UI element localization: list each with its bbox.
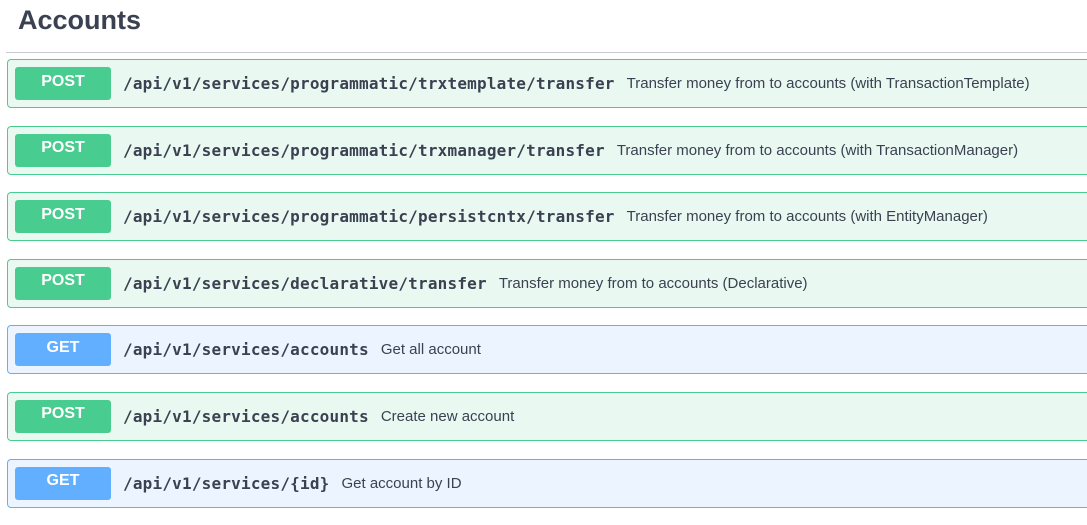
section-title: Accounts [18, 5, 142, 35]
operation-block[interactable]: POST /api/v1/services/declarative/transf… [7, 258, 1087, 308]
method-badge: POST [15, 200, 111, 234]
operation-path: /api/v1/services/programmatic/trxmanager… [123, 140, 605, 160]
operation-path: /api/v1/services/programmatic/trxtemplat… [123, 74, 615, 93]
operation-summary: Create new account [380, 407, 515, 425]
operation-block[interactable]: POST /api/v1/services/accounts Create ne… [7, 391, 1087, 441]
operation-path: /api/v1/services/accounts [123, 406, 369, 426]
operation-block[interactable]: POST /api/v1/services/programmatic/trxma… [7, 125, 1087, 175]
operation-block[interactable]: GET /api/v1/services/accounts Get all ac… [7, 325, 1087, 375]
operation-summary: Transfer money from to accounts (Declara… [498, 274, 808, 292]
method-badge: GET [15, 333, 111, 367]
operation-path: /api/v1/services/{id} [123, 473, 330, 493]
operation-path: /api/v1/services/accounts [123, 340, 369, 360]
method-badge: GET [15, 466, 111, 500]
operation-path: /api/v1/services/declarative/transfer [123, 273, 487, 293]
method-badge: POST [15, 67, 111, 100]
method-badge: POST [15, 266, 111, 300]
operation-summary: Get account by ID [341, 474, 462, 492]
operation-summary: Get all account [380, 341, 481, 359]
operations-list: POST /api/v1/services/programmatic/trxte… [7, 59, 1087, 525]
operation-summary: Transfer money from to accounts (with Tr… [626, 75, 1030, 92]
operation-path: /api/v1/services/programmatic/persistcnt… [123, 207, 615, 227]
method-badge: POST [15, 133, 111, 167]
method-badge: POST [15, 399, 111, 433]
operation-summary: Transfer money from to accounts (with Tr… [616, 141, 1019, 159]
section-header[interactable]: Accounts [6, 0, 1087, 53]
operation-block[interactable]: GET /api/v1/services/{id} Get account by… [7, 458, 1087, 508]
operation-block[interactable]: POST /api/v1/services/programmatic/trxte… [7, 59, 1087, 108]
operation-summary: Transfer money from to accounts (with En… [626, 208, 988, 226]
operation-block[interactable]: POST /api/v1/services/programmatic/persi… [7, 192, 1087, 242]
